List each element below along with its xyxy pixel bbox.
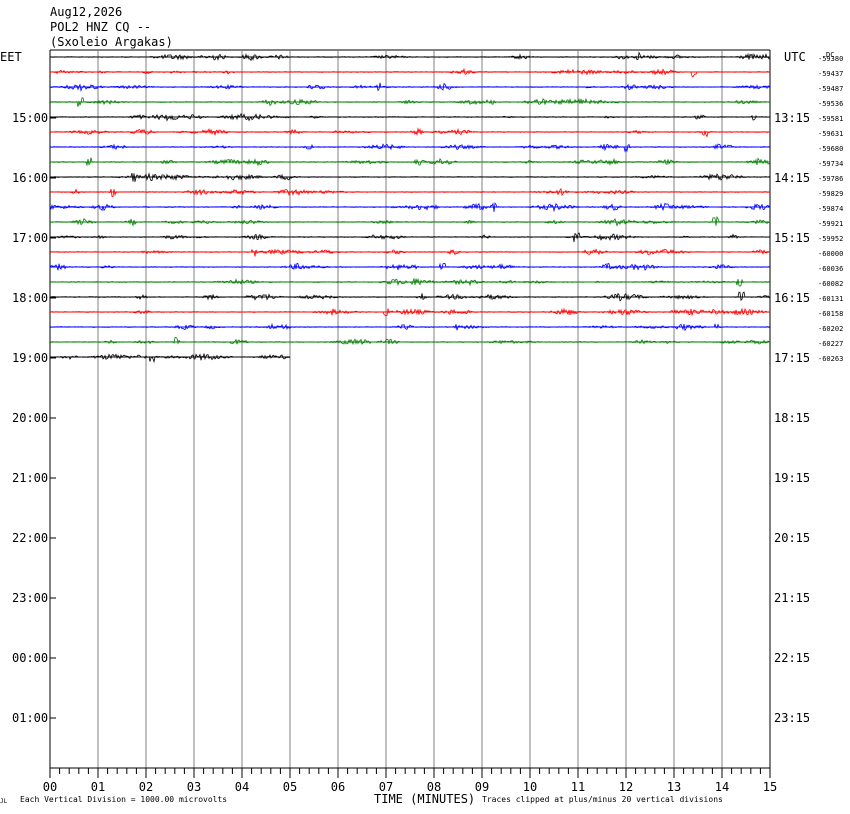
x-tick-label: 14 — [715, 780, 729, 794]
right-time-label: 21:15 — [774, 591, 810, 605]
left-time-label: 01:00 — [12, 711, 48, 725]
clip-note: Traces clipped at plus/minus 20 vertical… — [482, 795, 723, 804]
trace-offset-labels: -59380 -59437 -59487 -59536 -59581 -59631 -596… — [818, 55, 843, 363]
vertical-division-note: Each Vertical Division = 1000.00 microvo… — [20, 795, 227, 804]
x-tick-label: 05 — [283, 780, 297, 794]
trace-offset-label: -59786 — [818, 175, 843, 183]
left-time-label: 00:00 — [12, 651, 48, 665]
x-tick-label: 15 — [763, 780, 777, 794]
right-time-label: 14:15 — [774, 171, 810, 185]
x-tick-label: 12 — [619, 780, 633, 794]
trace-offset-label: -59631 — [818, 130, 843, 138]
seismic-trace — [49, 97, 771, 107]
seismic-trace — [49, 127, 771, 138]
station-label: POL2 HNZ CQ -- — [50, 20, 151, 34]
x-tick-label: 11 — [571, 780, 585, 794]
trace-offset-label: -60202 — [818, 325, 843, 333]
seismic-trace — [50, 157, 771, 167]
right-time-label: 19:15 — [774, 471, 810, 485]
trace-offset-label: -59921 — [818, 220, 843, 228]
trace-offset-label: -60000 — [818, 250, 843, 258]
right-time-labels: 13:15 14:15 15:15 16:15 17:15 18:15 19:15 20:15… — [774, 111, 810, 725]
x-tick-label: 06 — [331, 780, 345, 794]
left-time-label: 16:00 — [12, 171, 48, 185]
left-time-label: 23:00 — [12, 591, 48, 605]
left-time-label: 18:00 — [12, 291, 48, 305]
left-time-label: 19:00 — [12, 351, 48, 365]
right-time-label: 13:15 — [774, 111, 810, 125]
trace-offset-label: -59952 — [818, 235, 843, 243]
seismic-trace — [49, 112, 771, 122]
trace-offset-label: -59874 — [818, 205, 843, 213]
right-time-label: 17:15 — [774, 351, 810, 365]
seismic-trace — [49, 143, 771, 153]
trace-offset-label: -59536 — [818, 100, 843, 108]
trace-offset-label: -59487 — [818, 85, 843, 93]
trace-offset-label: -59581 — [818, 115, 843, 123]
left-time-label: 21:00 — [12, 471, 48, 485]
trace-offset-label: -60227 — [818, 340, 843, 348]
trace-offset-label: -59680 — [818, 145, 843, 153]
x-tick-label: 00 — [43, 780, 57, 794]
trace-offset-label: -59734 — [818, 160, 843, 168]
left-time-label: 15:00 — [12, 111, 48, 125]
right-time-label: 18:15 — [774, 411, 810, 425]
seismic-trace — [49, 82, 771, 92]
right-time-label: 22:15 — [774, 651, 810, 665]
seismic-trace — [49, 248, 771, 257]
x-axis-title: TIME (MINUTES) — [374, 792, 475, 806]
right-time-label: 15:15 — [774, 231, 810, 245]
left-time-label: 22:00 — [12, 531, 48, 545]
right-time-label: 23:15 — [774, 711, 810, 725]
trace-offset-label: -60082 — [818, 280, 843, 288]
corner-mark: JL — [0, 798, 8, 805]
trace-offset-label: -60131 — [818, 295, 843, 303]
x-tick-label: 10 — [523, 780, 537, 794]
seismic-trace — [50, 307, 771, 317]
date-label: Aug12,2026 — [50, 5, 122, 19]
vertical-gridlines — [49, 49, 771, 768]
x-tick-label: 09 — [475, 780, 489, 794]
x-tick-label: 03 — [187, 780, 201, 794]
x-tick-label: 02 — [139, 780, 153, 794]
seismic-trace — [49, 337, 771, 346]
trace-offset-label: -59829 — [818, 190, 843, 198]
seismic-traces — [49, 51, 771, 364]
right-time-label: 16:15 — [774, 291, 810, 305]
x-axis: 00 01 02 03 04 05 06 07 08 09 10 11 12 13 14 15 — [43, 767, 777, 794]
right-time-label: 20:15 — [774, 531, 810, 545]
x-tick-label: 13 — [667, 780, 681, 794]
trace-offset-label: -60158 — [818, 310, 843, 318]
seismic-trace — [50, 67, 771, 78]
right-timezone-label: UTC — [784, 50, 806, 64]
x-tick-label: 01 — [91, 780, 105, 794]
seismic-trace — [49, 353, 291, 364]
seismic-trace — [49, 215, 771, 227]
trace-offset-label: -59380 — [818, 55, 843, 63]
left-time-label: 20:00 — [12, 411, 48, 425]
left-timezone-label: EET — [0, 50, 22, 64]
header: Aug12,2026 POL2 HNZ CQ -- (Sxoleio Argak… — [50, 5, 173, 49]
trace-offset-label: -59437 — [818, 70, 843, 78]
helicorder-chart: Aug12,2026 POL2 HNZ CQ -- (Sxoleio Argak… — [0, 5, 843, 806]
x-tick-label: 04 — [235, 780, 249, 794]
seismic-trace — [49, 291, 771, 302]
trace-offset-label: -60263 — [818, 355, 843, 363]
seismic-trace — [49, 187, 771, 198]
left-time-label: 17:00 — [12, 231, 48, 245]
site-label: (Sxoleio Argakas) — [50, 35, 173, 49]
left-time-labels: 15:00 16:00 17:00 18:00 19:00 20:00 21:00 22:00… — [12, 111, 56, 725]
trace-offset-label: -60036 — [818, 265, 843, 273]
